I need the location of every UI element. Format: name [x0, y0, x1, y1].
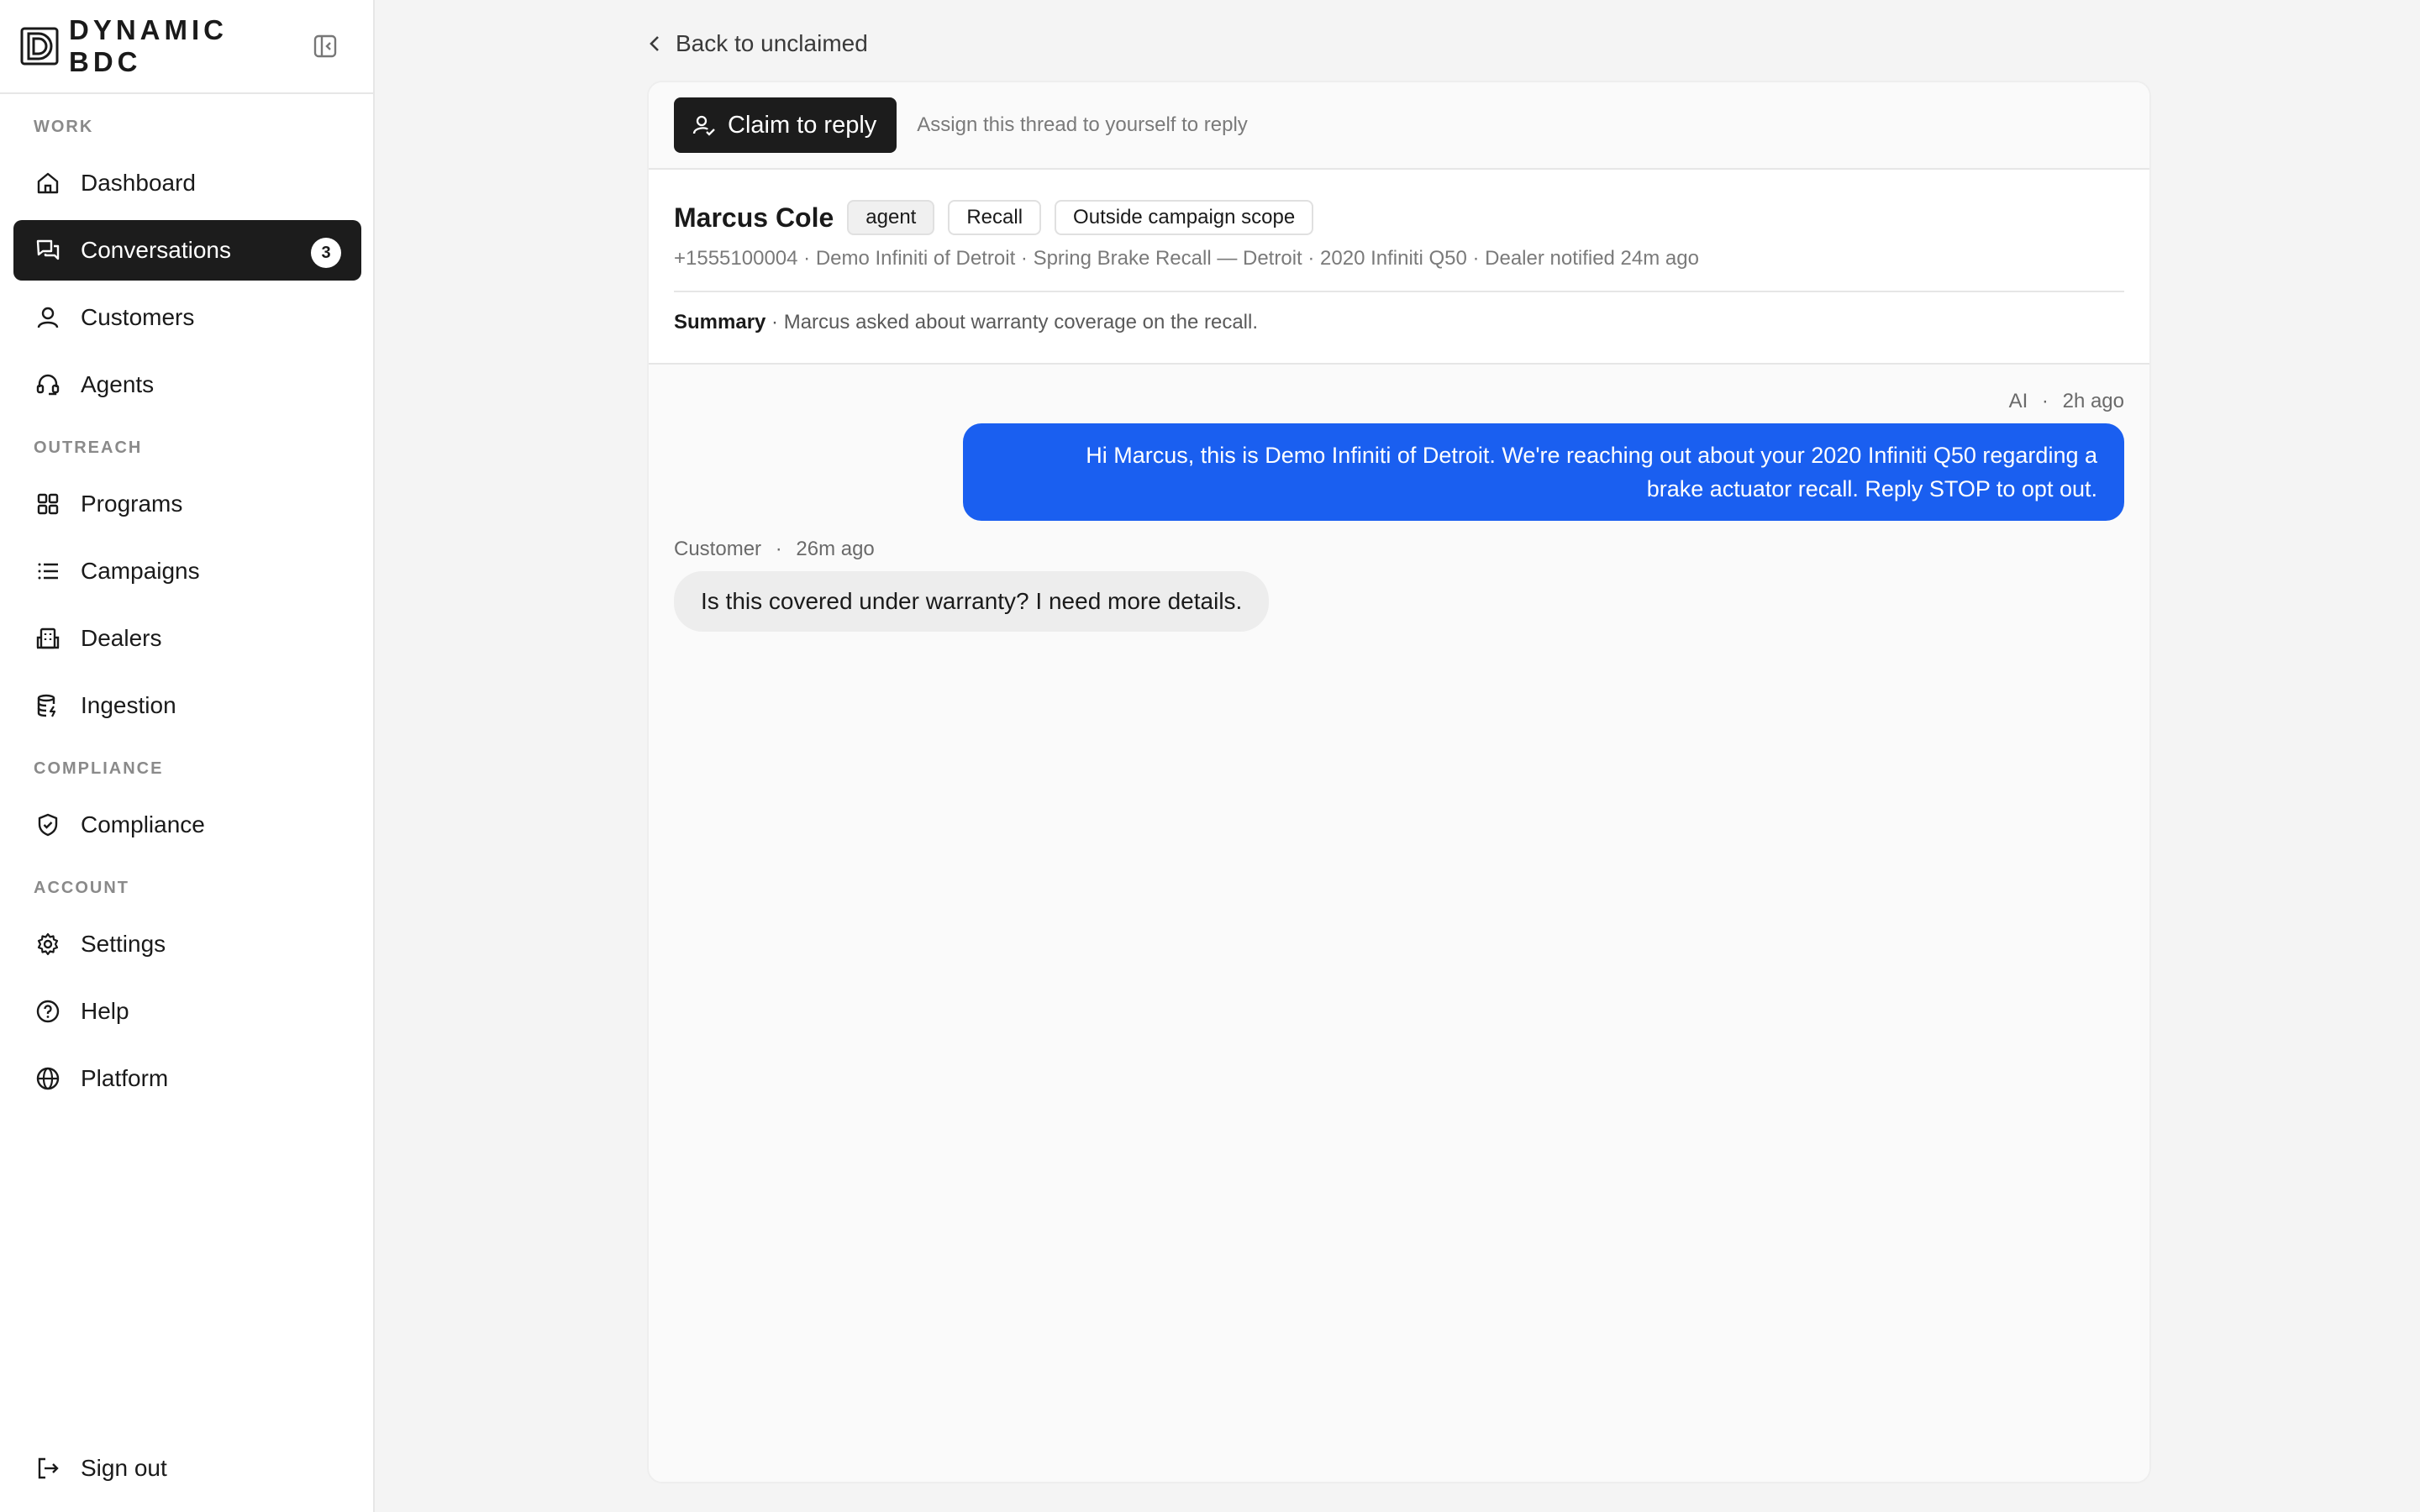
sidebar-item-programs[interactable]: Programs	[13, 474, 361, 534]
summary-label: Summary	[674, 311, 766, 333]
tag-recall: Recall	[948, 200, 1042, 235]
conversation-panel: Claim to reply Assign this thread to you…	[647, 81, 2151, 1483]
message-sender: AI	[2008, 390, 2028, 412]
section-label-compliance: COMPLIANCE	[34, 759, 164, 778]
message-text-line: brake actuator recall. Reply STOP to opt…	[1646, 476, 2097, 501]
sidebar-item-label: Conversations	[81, 237, 231, 263]
sidebar-collapse-icon	[313, 34, 337, 58]
customer-info: Marcus Cole agent Recall Outside campaig…	[649, 170, 2149, 365]
meta-separator: ·	[775, 538, 782, 560]
app-root: DYNAMIC BDC WORK Dashboard Conversations…	[0, 0, 2420, 1512]
brand-logo-icon	[20, 27, 59, 66]
sidebar-item-label: Dashboard	[81, 170, 196, 196]
chevron-left-icon	[650, 36, 659, 51]
sidebar-item-conversations[interactable]: Conversations 3	[13, 220, 361, 281]
customer-meta: +1555100004 · Demo Infiniti of Detroit ·…	[674, 247, 1699, 270]
chat-icon	[34, 236, 62, 265]
info-divider	[674, 291, 2124, 292]
brand-name: DYNAMIC BDC	[69, 14, 228, 77]
shield-icon	[34, 811, 62, 839]
sidebar-item-label: Customers	[81, 304, 195, 330]
gear-icon	[34, 930, 62, 958]
sidebar-item-compliance[interactable]: Compliance	[13, 795, 361, 855]
sidebar-item-label: Settings	[81, 931, 166, 957]
headset-icon	[34, 370, 62, 399]
ai-message-meta: AI · 2h ago	[2009, 390, 2124, 413]
sidebar-item-help[interactable]: Help	[13, 981, 361, 1042]
sidebar-item-platform[interactable]: Platform	[13, 1048, 361, 1109]
claim-hint: Assign this thread to yourself to reply	[917, 113, 1248, 136]
database-icon	[34, 691, 62, 720]
home-icon	[34, 169, 62, 197]
sidebar-item-campaigns[interactable]: Campaigns	[13, 541, 361, 601]
tag-outside-scope: Outside campaign scope	[1055, 200, 1314, 235]
sidebar-item-settings[interactable]: Settings	[13, 914, 361, 974]
globe-icon	[34, 1064, 62, 1093]
sidebar-item-label: Ingestion	[81, 692, 176, 718]
sidebar-item-label: Programs	[81, 491, 183, 517]
sidebar-item-dashboard[interactable]: Dashboard	[13, 153, 361, 213]
sidebar-item-signout[interactable]: Sign out	[13, 1438, 361, 1499]
customer-name-row: Marcus Cole agent Recall Outside campaig…	[674, 200, 1327, 235]
customer-message-meta: Customer · 26m ago	[674, 538, 875, 561]
help-icon	[34, 997, 62, 1026]
section-label-outreach: OUTREACH	[34, 438, 143, 457]
user-check-icon	[692, 115, 715, 136]
sidebar-item-label: Help	[81, 998, 129, 1024]
sidebar-item-customers[interactable]: Customers	[13, 287, 361, 348]
message-time: 26m ago	[796, 538, 875, 560]
sidebar-item-ingestion[interactable]: Ingestion	[13, 675, 361, 736]
sidebar: DYNAMIC BDC WORK Dashboard Conversations…	[0, 0, 375, 1512]
sidebar-item-dealers[interactable]: Dealers	[13, 608, 361, 669]
sidebar-item-label: Platform	[81, 1065, 169, 1091]
summary-line: Summary · Marcus asked about warranty co…	[674, 311, 1258, 334]
user-icon	[34, 303, 62, 332]
sidebar-item-agents[interactable]: Agents	[13, 354, 361, 415]
sign-out-icon	[34, 1454, 62, 1483]
sidebar-item-label: Campaigns	[81, 558, 200, 584]
message-text: Is this covered under warranty? I need m…	[701, 588, 1243, 614]
meta-separator: ·	[2041, 390, 2049, 412]
section-label-work: WORK	[34, 118, 94, 136]
ai-message-bubble: Hi Marcus, this is Demo Infiniti of Detr…	[963, 423, 2124, 521]
message-sender: Customer	[674, 538, 762, 560]
message-thread: AI · 2h ago Hi Marcus, this is Demo Infi…	[649, 365, 2149, 1482]
claim-bar: Claim to reply Assign this thread to you…	[649, 82, 2149, 170]
sidebar-item-label: Agents	[81, 371, 155, 397]
claim-to-reply-button[interactable]: Claim to reply	[674, 97, 897, 153]
list-icon	[34, 557, 62, 585]
collapse-sidebar-button[interactable]	[311, 32, 339, 60]
sidebar-item-label: Sign out	[81, 1455, 167, 1481]
tag-agent: agent	[847, 200, 935, 235]
unread-count-badge: 3	[311, 238, 341, 268]
sidebar-header: DYNAMIC BDC	[0, 0, 373, 94]
customer-name: Marcus Cole	[674, 202, 834, 233]
building-icon	[34, 624, 62, 653]
back-link-label: Back to unclaimed	[676, 30, 868, 56]
sidebar-item-label: Compliance	[81, 811, 205, 837]
message-time: 2h ago	[2062, 390, 2124, 412]
sidebar-item-label: Dealers	[81, 625, 162, 651]
back-to-unclaimed-link[interactable]: Back to unclaimed	[647, 27, 868, 60]
customer-message-bubble: Is this covered under warranty? I need m…	[674, 571, 1270, 632]
claim-button-label: Claim to reply	[728, 111, 877, 139]
summary-text: · Marcus asked about warranty coverage o…	[765, 311, 1259, 333]
section-label-account: ACCOUNT	[34, 879, 129, 897]
message-text-line: Hi Marcus, this is Demo Infiniti of Detr…	[1086, 443, 2097, 468]
grid-icon	[34, 490, 62, 518]
